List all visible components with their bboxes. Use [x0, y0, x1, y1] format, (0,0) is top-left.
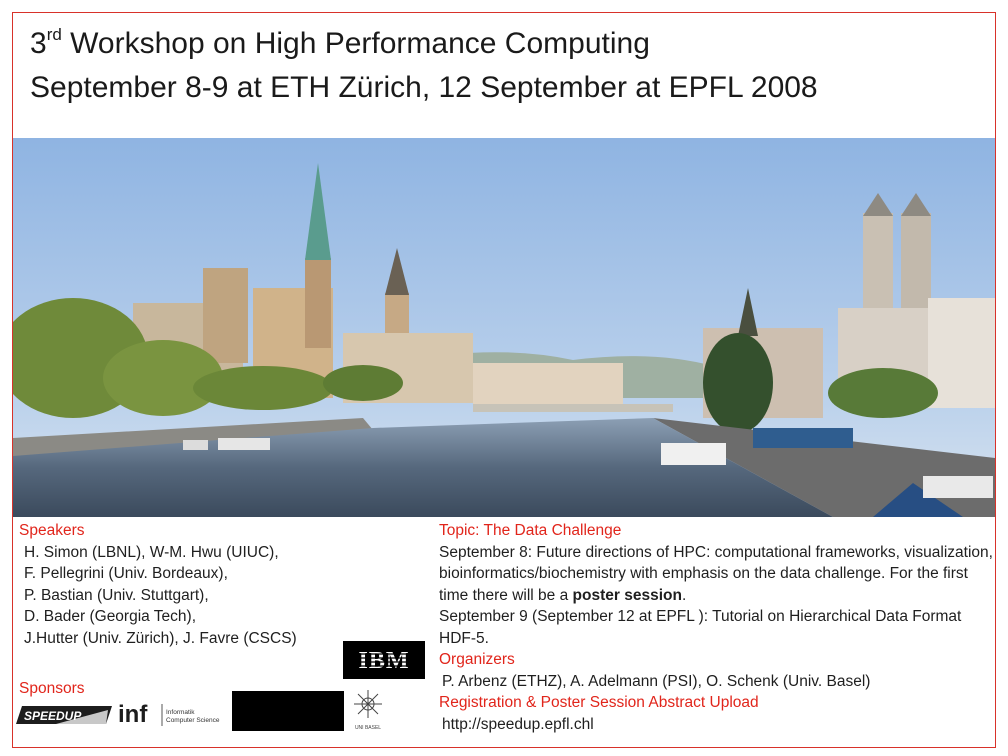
topic-heading: Topic: The Data Challenge	[439, 522, 622, 539]
zurich-river-photo	[13, 138, 995, 517]
organizers-list: P. Arbenz (ETHZ), A. Adelmann (PSI), O. …	[442, 672, 871, 690]
speedup-logo: SPEEDUP	[16, 704, 112, 728]
uni-basel-logo: UNI BASEL	[352, 688, 384, 732]
speakers-section: Speakers H. Simon (LBNL), W-M. Hwu (UIUC…	[19, 520, 429, 649]
svg-text:SPEEDUP: SPEEDUP	[24, 709, 82, 723]
speaker-line: H. Simon (LBNL), W-M. Hwu (UIUC),	[24, 543, 279, 561]
poster-session-emphasis: poster session	[572, 586, 682, 604]
title-line-2: September 8-9 at ETH Zürich, 12 Septembe…	[30, 71, 818, 104]
speaker-line: P. Bastian (Univ. Stuttgart),	[24, 586, 209, 604]
svg-text:UNI BASEL: UNI BASEL	[355, 725, 381, 731]
september-8-description: September 8: Future directions of HPC: c…	[439, 543, 993, 604]
ibm-logo: IBM	[343, 641, 425, 679]
registration-link[interactable]: http://speedup.epfl.chl	[439, 714, 999, 736]
sponsors-heading: Sponsors	[19, 680, 85, 697]
informatik-logo: inf Informatik Computer Science	[118, 698, 228, 730]
info-section: Topic: The Data Challenge September 8: F…	[439, 520, 999, 735]
sponsor-logo-black	[232, 691, 344, 731]
organizers-heading: Organizers	[439, 651, 515, 668]
svg-text:Informatik: Informatik	[166, 709, 195, 716]
registration-heading: Registration & Poster Session Abstract U…	[439, 694, 759, 711]
speakers-heading: Speakers	[19, 522, 85, 539]
speaker-line: F. Pellegrini (Univ. Bordeaux),	[24, 565, 228, 582]
svg-text:Computer Science: Computer Science	[166, 717, 220, 724]
title-line-1: 3rd Workshop on High Performance Computi…	[30, 25, 650, 60]
speaker-line: D. Bader (Georgia Tech),	[24, 608, 197, 625]
svg-text:inf: inf	[118, 701, 148, 728]
svg-text:IBM: IBM	[359, 648, 410, 674]
september-9-description: September 9 (September 12 at EPFL ): Tut…	[439, 608, 962, 647]
page-title: 3rd Workshop on High Performance Computi…	[30, 22, 990, 110]
